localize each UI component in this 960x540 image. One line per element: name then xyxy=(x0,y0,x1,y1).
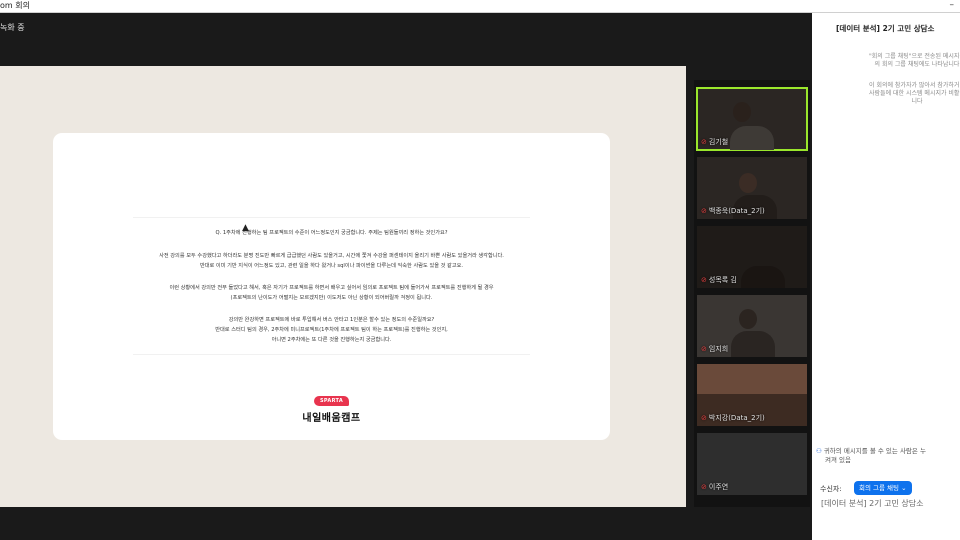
chat-title: [데이터 분석] 2기 고민 상담소 xyxy=(836,24,935,33)
chat-notice: 이 회의에 참가자가 많아서 참가하거나 xyxy=(869,82,960,89)
shared-screen: Q. 1주차에 진행하는 팀 프로젝트의 수준이 어느정도인지 궁금합니다. 주… xyxy=(0,66,686,507)
chevron-down-icon: ⌄ xyxy=(901,484,907,492)
logo-badge: SPARTA xyxy=(314,396,349,406)
participant-tile[interactable]: ⊘ 성목록 김 xyxy=(697,226,807,288)
participant-tile[interactable]: ⊘ 박지강(Data_2기) xyxy=(697,364,807,426)
recording-indicator: 녹화 중 xyxy=(0,23,25,32)
chat-notice: 사람들에 대한 시스템 메시지가 비활성 xyxy=(869,90,960,97)
people-icon: ⚇ xyxy=(816,447,822,455)
recipient-label: 수신자: xyxy=(820,485,842,493)
participant-name: ⊘ 김기철 xyxy=(701,138,729,146)
meeting-view: 녹화 중 Q. 1주차에 진행하는 팀 프로젝트의 수준이 어느정도인지 궁금합… xyxy=(0,13,812,540)
logo-text: 내일배움캠프 xyxy=(302,413,361,424)
slide-text-line: 사전 강의를 모두 수강했다고 하더라도 분명 진도만 빠르게 급급했던 사람도… xyxy=(159,253,504,259)
slide-card: Q. 1주차에 진행하는 팀 프로젝트의 수준이 어느정도인지 궁금합니다. 주… xyxy=(53,133,610,440)
mic-muted-icon: ⊘ xyxy=(701,138,707,146)
chat-panel: [데이터 분석] 2기 고민 상담소 "회의 그룹 채팅"으로 전송된 메시지는… xyxy=(812,13,960,540)
participant-tile[interactable]: ⊘ 이주연 xyxy=(697,433,807,495)
mic-muted-icon: ⊘ xyxy=(701,414,707,422)
mic-muted-icon: ⊘ xyxy=(701,483,707,491)
mic-muted-icon: ⊘ xyxy=(701,345,707,353)
participant-name: ⊘ 임지희 xyxy=(701,345,729,353)
participant-name: ⊘ 성목록 김 xyxy=(701,276,737,284)
mic-muted-icon: ⊘ xyxy=(701,207,707,215)
slide-text-line: 반대로 스터디 팀의 경우, 2주차에 미니프로젝트(1주차에 프로젝트 팀이 … xyxy=(215,327,448,333)
chat-message-input[interactable]: [데이터 분석] 2기 고민 상담소 xyxy=(821,498,960,509)
slide-text-line: 반대로 이미 기반 지식이 어느정도 있고, 관련 일을 하다 왔거나 sql이… xyxy=(199,263,464,269)
participant-name: ⊘ 이주연 xyxy=(701,483,729,491)
minimize-button[interactable]: – xyxy=(950,0,955,11)
chat-notice: 의 회의 그룹 채팅에도 나타납니다 xyxy=(874,61,960,68)
message-visibility-info[interactable]: ⚇ 귀하의 메시지를 볼 수 있는 사람은 누 켜져 있음 xyxy=(816,447,960,464)
recipient-dropdown[interactable]: 회의 그룹 채팅 ⌄ xyxy=(854,481,912,495)
window-title: om 회의 xyxy=(0,1,30,10)
slide-text-line: (프로젝트의 난이도가 어떨지는 모르겠지만) 이도저도 아닌 상황이 되어버릴… xyxy=(230,295,433,301)
participant-name: ⊘ 박지강(Data_2기) xyxy=(701,414,765,422)
participant-gallery[interactable]: ⊘ 김기철 ⊘ 백종욱(Data_2기) ⊘ 성목록 김 ⊘ 임지희 ⊘ 박지강(Data… xyxy=(694,80,810,507)
chat-notice: "회의 그룹 채팅"으로 전송된 메시지는 xyxy=(869,53,960,60)
mic-muted-icon: ⊘ xyxy=(701,276,707,284)
participant-tile[interactable]: ⊘ 백종욱(Data_2기) xyxy=(697,157,807,219)
participant-tile[interactable]: ⊘ 김기철 xyxy=(696,87,808,151)
slide-text-line: 이런 상황에서 강의만 전부 들었다고 해서, 혹은 자기가 프로젝트를 하면서… xyxy=(169,285,494,291)
participant-name: ⊘ 백종욱(Data_2기) xyxy=(701,207,765,215)
participant-tile[interactable]: ⊘ 임지희 xyxy=(697,295,807,357)
slide-text-line: 강의만 완강하면 프로젝트에 바로 투입해서 버스 안타고 1인분은 할수 있는… xyxy=(228,317,435,323)
slide-text-line: 아니면 2주차에는 또 다른 것을 진행하는지 궁금합니다. xyxy=(271,337,392,343)
slide-question-line: Q. 1주차에 진행하는 팀 프로젝트의 수준이 어느정도인지 궁금합니다. 주… xyxy=(215,230,448,236)
divider xyxy=(133,354,530,355)
sparta-logo: SPARTA 내일배움캠프 xyxy=(53,387,610,424)
chat-notice: 니다 xyxy=(911,98,923,105)
divider xyxy=(133,217,530,218)
mouse-cursor-icon: ▲ xyxy=(242,223,249,233)
window-titlebar: om 회의 – xyxy=(0,0,960,13)
